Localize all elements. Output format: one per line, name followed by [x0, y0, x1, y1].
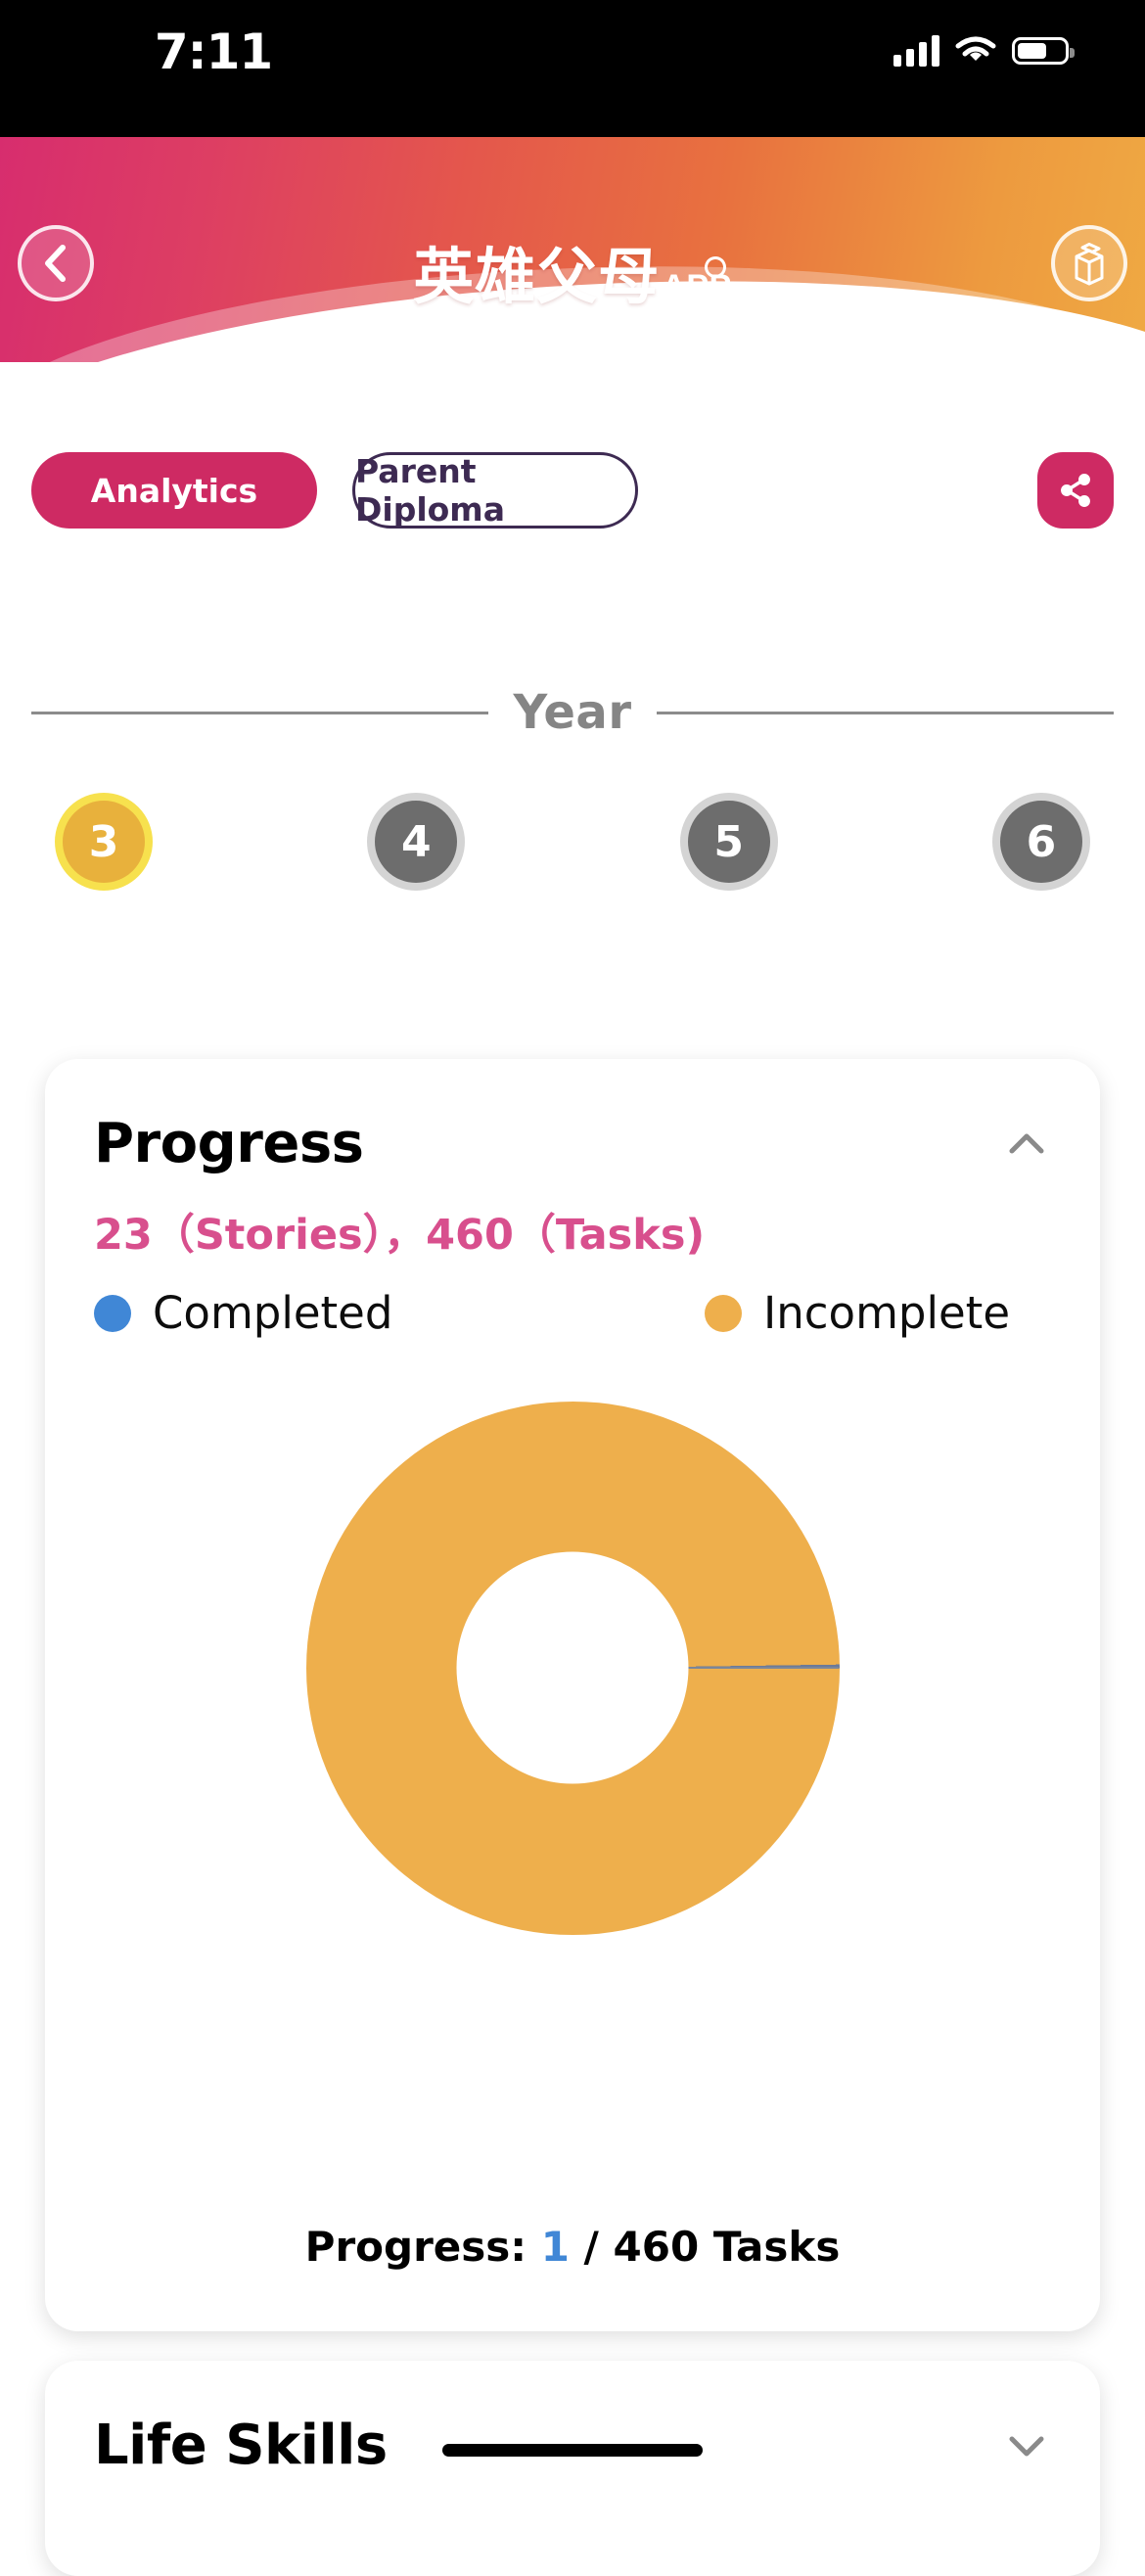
- progress-card-title: Progress: [94, 1112, 363, 1175]
- status-bar-icons: [893, 35, 1069, 67]
- donut-center-hole: [457, 1552, 689, 1784]
- chart-legend: Completed Incomplete: [45, 1262, 1100, 1339]
- status-bar: 7:11: [0, 0, 1145, 137]
- legend-label-completed: Completed: [153, 1287, 392, 1339]
- legend-item-completed: Completed: [94, 1287, 392, 1339]
- divider-line-left: [31, 712, 488, 714]
- cellular-signal-icon: [893, 35, 939, 67]
- progress-footer-prefix: Progress:: [305, 2223, 541, 2271]
- battery-icon: [1012, 37, 1069, 65]
- year-option-6[interactable]: 6: [992, 793, 1090, 891]
- tab-analytics[interactable]: Analytics: [31, 452, 317, 529]
- app-header: 英雄父母 APP: [0, 137, 1145, 362]
- donut-chart-graphic: [306, 1402, 840, 1935]
- progress-card: Progress 23（Stories），460（Tasks) Complete…: [45, 1059, 1100, 2331]
- progress-footer-value: 1: [541, 2223, 570, 2271]
- donut-chart: [45, 1355, 1100, 1981]
- year-option-4[interactable]: 4: [367, 793, 465, 891]
- life-skills-card-title: Life Skills: [94, 2414, 388, 2477]
- header-title: 英雄父母 APP: [0, 227, 1145, 315]
- wifi-icon: [955, 35, 996, 67]
- life-skills-card-header[interactable]: Life Skills: [45, 2361, 1100, 2477]
- legend-dot-blue-icon: [94, 1295, 131, 1332]
- progress-footer: Progress: 1 / 460 Tasks: [45, 2223, 1100, 2271]
- year-selector: 3 4 5 6: [0, 793, 1145, 891]
- divider-line-right: [657, 712, 1114, 714]
- share-button[interactable]: [1037, 452, 1114, 529]
- life-skills-card: Life Skills: [45, 2361, 1100, 2576]
- chevron-down-icon[interactable]: [1002, 2421, 1051, 2470]
- header-title-app: APP: [662, 268, 731, 306]
- view-tabs: Analytics Parent Diploma: [0, 452, 1145, 529]
- tab-parent-diploma[interactable]: Parent Diploma: [352, 452, 638, 529]
- header-title-cn: 英雄父母: [413, 227, 660, 315]
- legend-dot-orange-icon: [705, 1295, 742, 1332]
- home-indicator: [442, 2444, 703, 2457]
- progress-footer-suffix: / 460 Tasks: [570, 2223, 840, 2271]
- progress-card-header[interactable]: Progress: [45, 1059, 1100, 1175]
- progress-stats-line: 23（Stories），460（Tasks): [45, 1175, 1100, 1262]
- year-divider: Year: [31, 685, 1114, 740]
- milk-carton-button[interactable]: [1051, 225, 1127, 301]
- year-label: Year: [514, 685, 632, 740]
- share-icon: [1056, 471, 1095, 510]
- year-option-5[interactable]: 5: [680, 793, 778, 891]
- year-option-3[interactable]: 3: [55, 793, 153, 891]
- chevron-up-icon[interactable]: [1002, 1120, 1051, 1169]
- status-bar-time: 7:11: [86, 23, 341, 80]
- legend-label-incomplete: Incomplete: [763, 1287, 1010, 1339]
- legend-item-incomplete: Incomplete: [705, 1287, 1010, 1339]
- milk-carton-icon: [1067, 239, 1112, 288]
